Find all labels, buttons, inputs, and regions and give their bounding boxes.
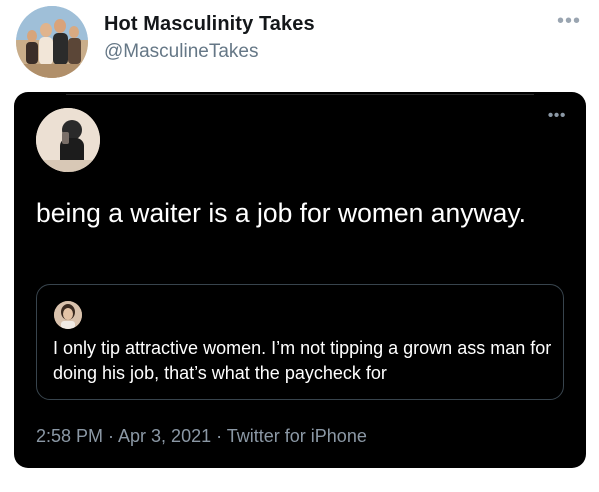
more-horizontal-icon[interactable]: ••• xyxy=(557,11,581,31)
quoted-author-avatar-image xyxy=(54,301,82,329)
profile-avatar[interactable] xyxy=(16,6,88,78)
divider xyxy=(66,94,534,95)
tweet-page: Hot Masculinity Takes @MasculineTakes ••… xyxy=(0,0,599,492)
tweet-text: being a waiter is a job for women anyway… xyxy=(36,198,527,228)
tweet-author-avatar-image xyxy=(36,108,100,172)
quoted-tweet-text: I only tip attractive women. I’m not tip… xyxy=(53,338,552,383)
more-horizontal-icon: ••• xyxy=(547,107,566,124)
user-handle[interactable]: @MasculineTakes xyxy=(104,41,258,63)
quoted-tweet: I only tip attractive women. I’m not tip… xyxy=(36,284,564,400)
tweet-author-avatar xyxy=(36,108,100,172)
quoted-author-avatar xyxy=(54,301,82,329)
display-name[interactable]: Hot Masculinity Takes xyxy=(104,13,315,36)
profile-avatar-image xyxy=(16,6,88,78)
screenshot-card: ••• being a waiter is a job for women an… xyxy=(14,92,586,468)
tweet-timestamp: 2:58 PM · Apr 3, 2021 · Twitter for iPho… xyxy=(36,426,367,446)
